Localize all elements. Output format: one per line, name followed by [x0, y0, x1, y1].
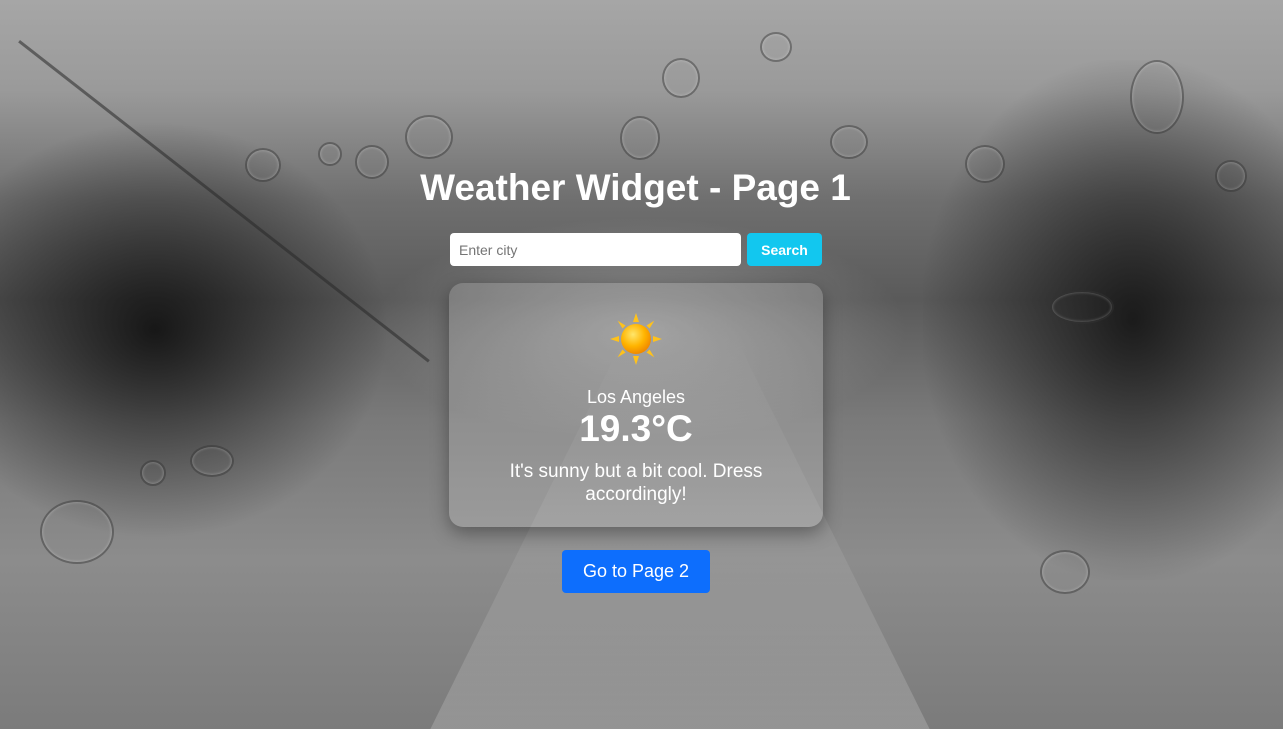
weather-page: Weather Widget - Page 1 Search: [0, 0, 1283, 729]
search-button[interactable]: Search: [747, 233, 822, 266]
page-title: Weather Widget - Page 1: [420, 167, 851, 208]
temperature: 19.3°C: [579, 408, 693, 449]
weather-description: It's sunny but a bit cool. Dress accordi…: [509, 461, 763, 505]
city-name: Los Angeles: [586, 387, 686, 407]
search-bar: Search: [450, 233, 822, 266]
city-search-input[interactable]: [450, 233, 741, 266]
weather-card: Los Angeles 19.3°C It's sunny but a bit …: [449, 283, 823, 527]
go-to-page-2-button[interactable]: Go to Page 2: [562, 550, 710, 593]
sun-icon: [610, 313, 662, 365]
